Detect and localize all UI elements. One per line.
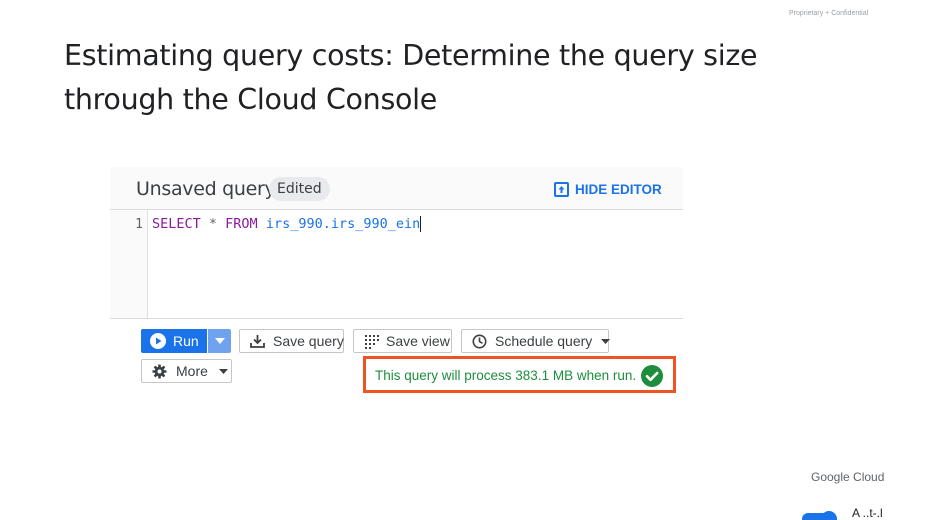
google-cloud-logo: Google Cloud [811,470,885,484]
sql-editor[interactable]: 1 SELECT * FROM irs_990.irs_990_ein [110,210,683,319]
play-icon [150,333,166,349]
schedule-query-label: Schedule query [495,333,593,349]
more-label: More [176,363,208,379]
chevron-down-icon [214,338,225,344]
check-circle-icon [641,365,663,387]
line-gutter: 1 [110,210,148,318]
line-number: 1 [135,217,143,232]
select-keyword: SELECT [152,216,201,232]
query-size-validator: This query will process 383.1 MB when ru… [363,356,676,393]
query-title: Unsaved query [136,178,276,200]
hide-editor-label: HIDE EDITOR [575,181,662,197]
save-view-button[interactable]: Save view [353,329,452,353]
run-label: Run [173,333,199,349]
save-query-button[interactable]: Save query [239,329,344,353]
chevron-down-icon [601,338,611,344]
grid-dots-icon [365,334,379,349]
slide-title: Estimating query costs: Determine the qu… [64,34,824,122]
schedule-query-button[interactable]: Schedule query [461,329,611,353]
table-reference: irs_990.irs_990_ein [257,216,421,232]
corner-toggle-fragment [800,508,840,520]
query-editor-header: Unsaved query Edited HIDE EDITOR [110,167,683,210]
confidential-label: Proprietary + Confidential [789,10,869,17]
save-query-label: Save query [273,333,344,349]
query-editor-screenshot: Unsaved query Edited HIDE EDITOR 1 SELEC… [110,167,683,393]
edited-badge: Edited [269,177,330,201]
open-in-new-icon [554,181,569,197]
run-dropdown[interactable] [207,329,231,353]
hide-editor-button[interactable]: HIDE EDITOR [554,179,662,199]
run-main[interactable]: Run [141,329,207,353]
clock-icon [472,334,487,348]
text-cursor [420,216,422,232]
slide-title-line2: through the Cloud Console [64,83,437,116]
run-button[interactable]: Run [141,329,231,353]
download-icon [250,334,265,348]
sql-code[interactable]: SELECT * FROM irs_990.irs_990_ein [152,216,422,232]
gear-icon [152,364,167,378]
chevron-down-icon [218,368,228,374]
slide-title-line1: Estimating query costs: Determine the qu… [64,39,758,72]
save-view-label: Save view [386,333,450,349]
from-keyword: FROM [225,216,258,232]
query-size-message: This query will process 383.1 MB when ru… [375,368,637,383]
corner-text-fragment: A ..t-.l [852,506,883,520]
more-button[interactable]: More [141,359,232,383]
star-operator: * [200,216,226,232]
